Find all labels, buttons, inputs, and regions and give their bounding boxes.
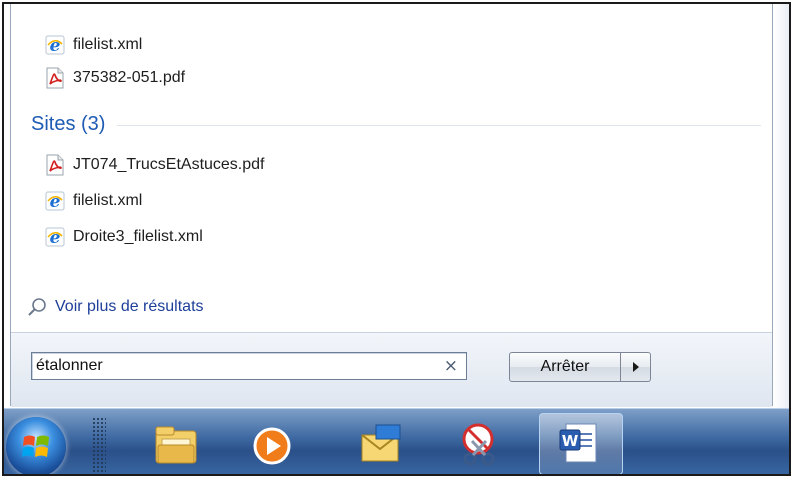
svg-text:e: e <box>50 228 61 247</box>
windows-logo-icon <box>22 435 49 457</box>
result-item-label: filelist.xml <box>73 36 143 53</box>
windows-explorer-icon[interactable] <box>150 419 202 471</box>
result-item-filelist-xml-site[interactable]: e filelist.xml <box>45 188 142 214</box>
snipping-tool-icon[interactable] <box>454 419 506 471</box>
result-item-label: filelist.xml <box>73 192 143 209</box>
start-search-box[interactable]: × <box>31 352 467 380</box>
sites-group-header: Sites (3) <box>31 110 761 138</box>
result-item-pdf-375382[interactable]: 375382-051.pdf <box>45 65 185 91</box>
sites-group-title: Sites (3) <box>31 112 106 135</box>
search-input[interactable] <box>36 355 436 377</box>
result-item-droite3-xml[interactable]: e Droite3_filelist.xml <box>45 224 203 250</box>
start-menu-search-results: e filelist.xml 375382-051.pdf Sites (3) <box>10 4 773 407</box>
svg-text:e: e <box>50 192 61 211</box>
svg-text:W: W <box>562 432 579 450</box>
pdf-icon <box>46 67 64 89</box>
taskbar-grip <box>92 417 106 474</box>
shutdown-button[interactable]: Arrêter <box>509 352 621 382</box>
see-more-results-link[interactable]: Voir plus de résultats <box>27 294 204 320</box>
result-item-label: Droite3_filelist.xml <box>73 228 203 245</box>
taskbar: W <box>4 408 789 474</box>
see-more-results-label: Voir plus de résultats <box>55 298 204 315</box>
ie-icon: e <box>45 35 65 55</box>
search-icon <box>28 298 46 316</box>
word-icon: W <box>559 423 597 463</box>
ie-icon: e <box>45 227 65 247</box>
result-item-label: JT074_TrucsEtAstuces.pdf <box>73 156 265 173</box>
media-player-icon[interactable] <box>246 419 298 471</box>
svg-text:e: e <box>50 36 61 55</box>
desktop-background <box>774 4 789 474</box>
result-item-label: 375382-051.pdf <box>73 69 186 86</box>
screenshot-frame: e filelist.xml 375382-051.pdf Sites (3) <box>2 2 791 476</box>
start-button[interactable] <box>6 417 66 474</box>
outlook-icon[interactable] <box>354 419 406 471</box>
result-item-jt074-pdf[interactable]: JT074_TrucsEtAstuces.pdf <box>45 152 265 178</box>
result-item-filelist-xml[interactable]: e filelist.xml <box>45 32 142 58</box>
pdf-icon <box>46 154 64 176</box>
chevron-right-icon <box>632 362 639 372</box>
clear-search-icon[interactable]: × <box>444 356 458 376</box>
ie-icon: e <box>45 191 65 211</box>
group-divider <box>117 124 761 126</box>
shutdown-options-button[interactable] <box>621 352 651 382</box>
taskbar-active-item[interactable]: W <box>539 413 623 474</box>
